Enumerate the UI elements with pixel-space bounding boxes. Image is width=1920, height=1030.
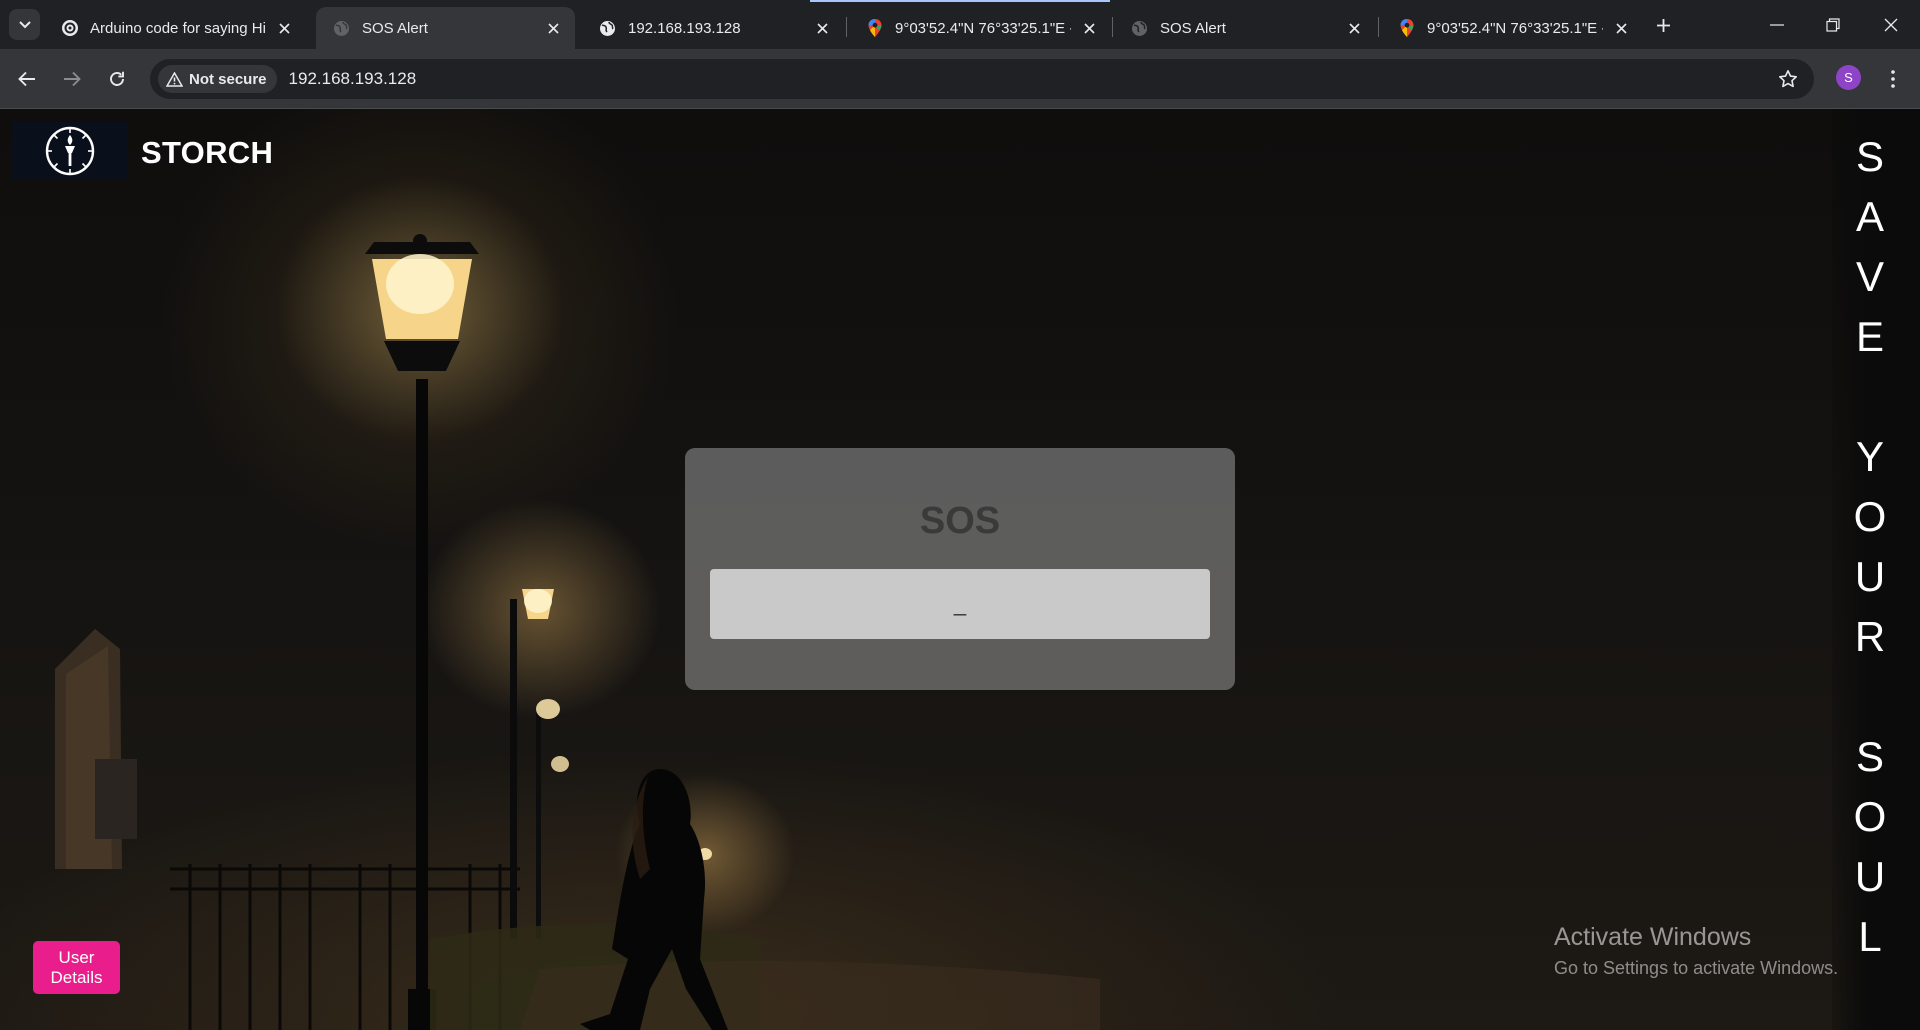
sos-title: SOS bbox=[919, 500, 1001, 542]
sos-status-field[interactable]: _ bbox=[710, 569, 1210, 639]
chevron-down-icon bbox=[18, 20, 31, 28]
sos-card: SOS _ bbox=[685, 448, 1235, 690]
security-chip-label: Not secure bbox=[189, 70, 267, 88]
tab-separator bbox=[846, 17, 847, 37]
tab-title: 9°03'52.4"N 76°33'25.1"E - bbox=[895, 19, 1071, 37]
close-window-button[interactable] bbox=[1862, 0, 1920, 49]
slogan-letter: R bbox=[1854, 613, 1886, 660]
slogan-letter: L bbox=[1858, 913, 1882, 960]
close-icon[interactable] bbox=[543, 18, 563, 38]
slogan-letter: E bbox=[1855, 313, 1884, 360]
tab-sos-alert[interactable]: SOS Alert bbox=[1114, 7, 1376, 49]
windows-activation-watermark: Activate Windows Go to Settings to activ… bbox=[1554, 923, 1838, 979]
slogan-letter: Y bbox=[1855, 433, 1884, 480]
reload-button[interactable] bbox=[103, 65, 131, 93]
tab-title: 9°03'52.4"N 76°33'25.1"E - bbox=[1427, 19, 1603, 37]
globe-icon bbox=[598, 19, 617, 38]
back-button[interactable] bbox=[13, 65, 41, 93]
tab-ip-address[interactable]: 192.168.193.128 bbox=[582, 7, 844, 49]
profile-avatar[interactable]: S bbox=[1836, 65, 1861, 90]
close-icon[interactable] bbox=[1344, 18, 1364, 38]
minimize-icon bbox=[1770, 23, 1784, 26]
address-bar[interactable]: Not secure 192.168.193.128 bbox=[150, 59, 1814, 99]
page-viewport: STORCH S A V E Y O U R S O U L SOS _ Use… bbox=[0, 109, 1920, 1030]
slogan-letter: S bbox=[1855, 733, 1884, 780]
forward-button[interactable] bbox=[58, 65, 86, 93]
restore-button[interactable] bbox=[1804, 0, 1862, 49]
brand-name: STORCH bbox=[141, 135, 274, 170]
reload-icon bbox=[110, 71, 124, 86]
tab-arduino[interactable]: Arduino code for saying Hi bbox=[44, 7, 306, 49]
tab-title: 192.168.193.128 bbox=[628, 19, 741, 37]
globe-icon bbox=[1130, 19, 1149, 38]
watermark-subtitle: Go to Settings to activate Windows. bbox=[1554, 958, 1839, 978]
slogan-letter: U bbox=[1854, 853, 1886, 900]
arrow-left-icon bbox=[18, 71, 35, 87]
bookmark-star-icon[interactable] bbox=[1778, 69, 1798, 89]
warning-icon bbox=[166, 71, 183, 87]
globe-icon bbox=[332, 19, 351, 38]
slogan-letter: O bbox=[1853, 493, 1887, 540]
new-tab-button[interactable] bbox=[1650, 12, 1676, 38]
close-icon bbox=[1884, 18, 1898, 31]
maps-pin-icon bbox=[865, 19, 884, 38]
slogan-letter: O bbox=[1853, 793, 1887, 840]
tab-maps-location[interactable]: 9°03'52.4"N 76°33'25.1"E - bbox=[1381, 7, 1643, 49]
arrow-right-icon bbox=[64, 71, 81, 87]
chatgpt-icon bbox=[60, 19, 79, 38]
torch-logo-icon bbox=[45, 126, 95, 176]
browser-menu-button[interactable] bbox=[1880, 64, 1906, 94]
url-text[interactable]: 192.168.193.128 bbox=[289, 69, 417, 89]
close-icon[interactable] bbox=[812, 18, 832, 38]
tab-title: SOS Alert bbox=[1160, 19, 1226, 37]
browser-toolbar: Not secure 192.168.193.128 S bbox=[0, 49, 1920, 109]
tab-separator bbox=[1378, 17, 1379, 37]
tab-sos-alert-active[interactable]: SOS Alert bbox=[316, 7, 575, 49]
tab-strip: Arduino code for saying Hi SOS Alert 192… bbox=[0, 0, 1920, 49]
close-icon[interactable] bbox=[1079, 18, 1099, 38]
slogan-letter: A bbox=[1855, 193, 1884, 240]
tab-title: Arduino code for saying Hi bbox=[90, 19, 266, 37]
minimize-button[interactable] bbox=[1748, 0, 1806, 49]
slogan-letter: V bbox=[1855, 253, 1884, 300]
tab-separator bbox=[1112, 17, 1113, 37]
plus-icon bbox=[1656, 18, 1670, 32]
close-icon[interactable] bbox=[1611, 18, 1631, 38]
tab-title: SOS Alert bbox=[362, 19, 428, 37]
tab-maps-location[interactable]: 9°03'52.4"N 76°33'25.1"E - bbox=[849, 7, 1111, 49]
watermark-title: Activate Windows bbox=[1554, 923, 1752, 951]
restore-icon bbox=[1826, 17, 1840, 32]
more-vertical-icon bbox=[1891, 70, 1895, 88]
slogan-letter: S bbox=[1855, 133, 1884, 180]
slogan-letter: U bbox=[1854, 553, 1886, 600]
vertical-slogan: S A V E Y O U R S O U L bbox=[1835, 127, 1905, 967]
security-chip[interactable]: Not secure bbox=[158, 65, 277, 93]
close-icon[interactable] bbox=[274, 18, 294, 38]
user-details-button[interactable]: User Details bbox=[33, 941, 120, 994]
maps-pin-icon bbox=[1397, 19, 1416, 38]
tab-hover-indicator bbox=[810, 0, 1110, 2]
brand-logo[interactable] bbox=[12, 122, 128, 180]
tab-search-button[interactable] bbox=[9, 9, 40, 40]
